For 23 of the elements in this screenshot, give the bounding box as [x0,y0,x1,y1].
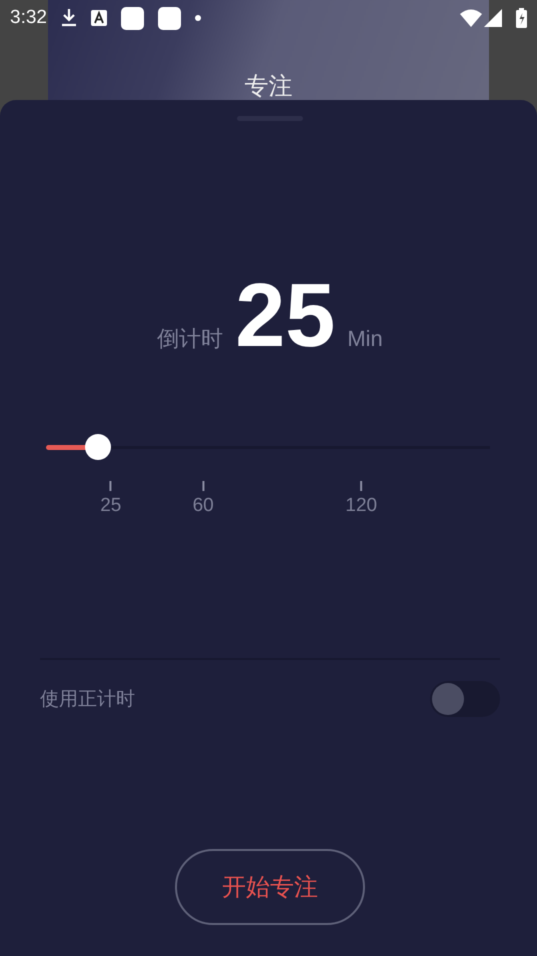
minutes-value: 25 [235,271,336,361]
countdown-label: 倒计时 [157,326,224,354]
tick-label: 60 [192,495,214,517]
download-icon [60,9,77,27]
count-up-label: 使用正计时 [40,687,135,712]
tick-mark [110,481,112,491]
start-focus-button[interactable]: 开始专注 [175,849,365,925]
tick-label: 120 [345,495,378,517]
font-icon [90,10,107,26]
battery-icon [516,8,527,28]
slider-thumb[interactable] [84,434,111,460]
dot-icon [194,15,201,21]
page-title: 专注 [244,72,292,100]
tick-mark [202,481,204,491]
tick-mark [360,481,362,491]
app-icon [120,6,144,30]
wifi-icon [460,9,482,27]
unit-label: Min [347,326,383,352]
signal-icon [484,9,502,27]
count-up-switch[interactable] [430,681,500,717]
tick-label: 25 [100,495,122,517]
app-icon [158,6,181,30]
status-time: 3:32 [10,7,47,29]
